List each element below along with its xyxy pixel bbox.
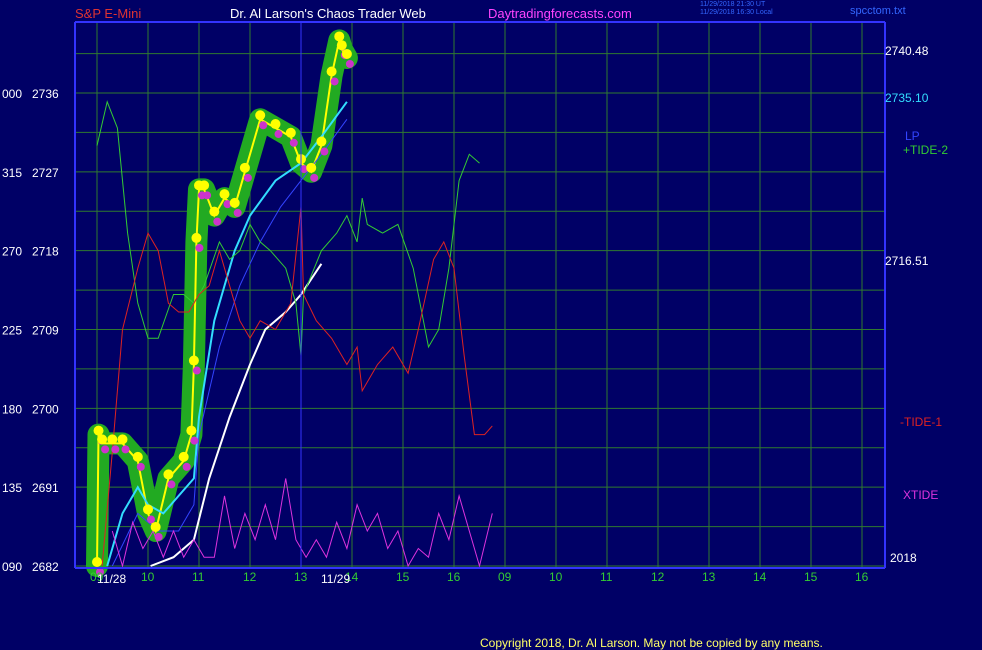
timestamp-local: 11/29/2018 16:30 Local <box>700 9 773 16</box>
left-osc-tick: 315 <box>2 166 22 180</box>
price-dot <box>186 425 197 436</box>
price-dot <box>132 451 143 462</box>
price-dot-low <box>182 462 191 471</box>
x-tick-label: 10 <box>549 570 563 584</box>
price-dot-low <box>101 445 110 454</box>
price-dot <box>270 119 281 130</box>
price-dot-low <box>330 77 339 86</box>
x-tick-label: 11 <box>192 570 205 584</box>
price-dot-low <box>289 138 298 147</box>
left-price-tick: 2736 <box>32 87 59 101</box>
right-label: LP <box>905 129 920 143</box>
price-dot-low <box>320 147 329 156</box>
price-dot-low <box>213 217 222 226</box>
x-tick-label: 12 <box>651 570 665 584</box>
price-dot-low <box>243 173 252 182</box>
price-dot-low <box>121 445 130 454</box>
price-dot <box>188 355 199 366</box>
price-dot <box>93 425 104 436</box>
x-tick-label: 15 <box>396 570 410 584</box>
left-price-tick: 2682 <box>32 560 59 574</box>
price-dot <box>239 162 250 173</box>
price-dot <box>285 127 296 138</box>
price-dot-low <box>203 191 212 200</box>
price-dot <box>117 434 128 445</box>
price-dot <box>306 162 317 173</box>
timestamp-utc: 11/29/2018 21:30 UT <box>700 1 766 8</box>
x-tick-label: 12 <box>243 570 257 584</box>
price-dot-low <box>154 532 163 541</box>
price-dot <box>336 40 347 51</box>
price-dot-low <box>233 208 242 217</box>
price-dot <box>178 451 189 462</box>
left-price-tick: 2727 <box>32 166 59 180</box>
left-osc-tick: 090 <box>2 560 22 574</box>
site-link[interactable]: Daytradingforecasts.com <box>488 6 632 21</box>
x-tick-label: 16 <box>447 570 461 584</box>
price-dot <box>255 110 266 121</box>
chart-stage: 000 2736 315 2727 270 2718 225 2709 180 2700 135 26… <box>0 0 982 650</box>
price-dot-low <box>136 462 145 471</box>
price-dot <box>143 504 153 515</box>
date-label: 11/28 <box>97 572 126 586</box>
x-tick-label: 09 <box>498 570 512 584</box>
price-dot <box>107 434 118 445</box>
left-price-tick: 2709 <box>32 324 59 338</box>
price-dot <box>209 206 220 217</box>
x-tick-label: 15 <box>804 570 818 584</box>
price-dot <box>334 31 345 42</box>
price-dot <box>229 197 240 208</box>
symbol-label: S&P E-Mini <box>75 6 142 21</box>
right-label: -TIDE-1 <box>900 415 942 429</box>
price-dot-low <box>310 173 319 182</box>
price-dot <box>219 189 230 200</box>
price-dot <box>150 521 161 532</box>
price-dot <box>92 557 102 567</box>
left-osc-tick: 180 <box>2 402 22 416</box>
price-dot-low <box>190 436 199 445</box>
price-dot <box>191 232 202 243</box>
copyright: Copyright 2018, Dr. Al Larson. May not b… <box>480 636 823 650</box>
price-dot-low <box>345 59 354 68</box>
price-dot-low <box>111 445 120 454</box>
x-tick-label: 10 <box>141 570 155 584</box>
x-tick-label: 16 <box>855 570 869 584</box>
x-tick-label: 13 <box>702 570 716 584</box>
left-osc-tick: 225 <box>2 324 22 338</box>
price-dot <box>341 48 352 59</box>
x-tick-label: 14 <box>753 570 767 584</box>
left-price-tick: 2718 <box>32 245 59 259</box>
left-price-tick: 2700 <box>32 402 59 416</box>
price-dot <box>163 469 174 480</box>
price-dot-low <box>274 130 283 139</box>
chart-title: Dr. Al Larson's Chaos Trader Web <box>230 6 426 21</box>
chart-svg: 000 2736 315 2727 270 2718 225 2709 180 2700 135 26… <box>2 21 948 586</box>
price-dot <box>316 136 327 147</box>
left-osc-tick: 270 <box>2 245 22 259</box>
price-dot <box>199 180 210 191</box>
left-price-tick: 2691 <box>32 481 59 495</box>
right-label: 2716.51 <box>885 254 929 268</box>
file-name: spcctom.txt <box>850 5 906 17</box>
price-dot <box>326 66 337 77</box>
x-tick-label: 11 <box>600 570 613 584</box>
price-dot <box>97 434 108 445</box>
right-label: +TIDE-2 <box>903 143 948 157</box>
right-label: 2740.48 <box>885 44 929 58</box>
left-osc-tick: 135 <box>2 481 22 495</box>
price-dot-low <box>147 515 155 524</box>
date-label: 11/29 <box>321 572 350 586</box>
price-dot-low <box>192 366 201 375</box>
price-dot-low <box>259 121 268 130</box>
right-label: 2018 <box>890 551 917 565</box>
x-tick-label: 13 <box>294 570 308 584</box>
right-label: XTIDE <box>903 488 938 502</box>
left-osc-tick: 000 <box>2 87 22 101</box>
series-lines <box>86 29 493 577</box>
right-label: 2735.10 <box>885 91 929 105</box>
price-dot-low <box>195 243 204 252</box>
price-dot-low <box>167 480 176 489</box>
